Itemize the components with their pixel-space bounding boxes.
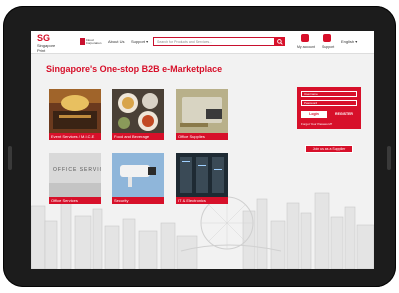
category-tile-it-electronics[interactable]: IT & Electronics: [176, 153, 228, 204]
register-button[interactable]: REGISTER: [331, 111, 357, 118]
category-label: Office Services: [49, 197, 101, 204]
security-camera-image: [112, 153, 164, 197]
username-placeholder: Username: [304, 92, 318, 96]
support-icon[interactable]: [323, 34, 331, 42]
password-placeholder: Password: [304, 101, 318, 105]
category-tile-events[interactable]: Event Services / M.I.C.E: [49, 89, 101, 140]
join-supplier-button[interactable]: Join us as a Supplier: [305, 145, 353, 153]
forgot-password-link[interactable]: Forgot Your Password?: [301, 122, 332, 126]
office-services-image: OFFICE SERVICES: [49, 153, 101, 197]
category-tile-office-supplies[interactable]: Office Supplies: [176, 89, 228, 140]
search-placeholder: Search for Products and Services...: [157, 40, 213, 44]
nav-support[interactable]: Support ▾: [131, 39, 148, 44]
password-field[interactable]: Password: [301, 100, 357, 106]
language-select[interactable]: English ▾: [341, 39, 357, 44]
search-icon: [276, 38, 283, 45]
my-account-label[interactable]: My account: [297, 45, 315, 49]
my-account-icon[interactable]: [301, 34, 309, 42]
office-wall-text: OFFICE SERVICES: [53, 167, 101, 173]
category-label: IT & Electronics: [176, 197, 228, 204]
category-label: Security: [112, 197, 164, 204]
category-tile-office-services[interactable]: OFFICE SERVICES Office Services: [49, 153, 101, 204]
tablet-frame: SG Singapore Print Cloud Corporation Abo…: [3, 6, 396, 287]
cloud-corporation-logo[interactable]: Cloud Corporation: [80, 37, 102, 46]
support-label[interactable]: Support: [322, 45, 334, 49]
cloud-corp-label: Cloud Corporation: [85, 37, 102, 45]
site-header: SG Singapore Print Cloud Corporation Abo…: [31, 31, 374, 54]
search-input[interactable]: Search for Products and Services...: [153, 37, 275, 46]
server-room-image: [176, 153, 228, 197]
event-hall-image: [49, 89, 101, 133]
category-label: Food and Beverage: [112, 133, 164, 140]
username-field[interactable]: Username: [301, 91, 357, 97]
nav-about-us[interactable]: About Us: [108, 39, 124, 44]
tablet-side-button: [8, 146, 12, 170]
logo-subtitle: Singapore Print: [37, 43, 56, 53]
search-button[interactable]: [274, 37, 285, 46]
office-supplies-image: [176, 89, 228, 133]
language-label: English: [341, 39, 355, 44]
tablet-home-button: [387, 146, 391, 170]
category-label: Event Services / M.I.C.E: [49, 133, 101, 140]
food-image: [112, 89, 164, 133]
category-label: Office Supplies: [176, 133, 228, 140]
login-button[interactable]: Login: [301, 111, 327, 118]
logo-mark: SG: [37, 33, 51, 43]
page-title: Singapore's One-stop B2B e-Marketplace: [46, 64, 223, 74]
cloud-corp-icon: [80, 38, 85, 45]
site-logo[interactable]: SG Singapore Print: [37, 33, 63, 54]
category-tile-security[interactable]: Security: [112, 153, 164, 204]
login-panel: Username Password Login REGISTER Forgot …: [297, 87, 361, 157]
category-tile-food[interactable]: Food and Beverage: [112, 89, 164, 140]
screen: SG Singapore Print Cloud Corporation Abo…: [31, 31, 374, 269]
